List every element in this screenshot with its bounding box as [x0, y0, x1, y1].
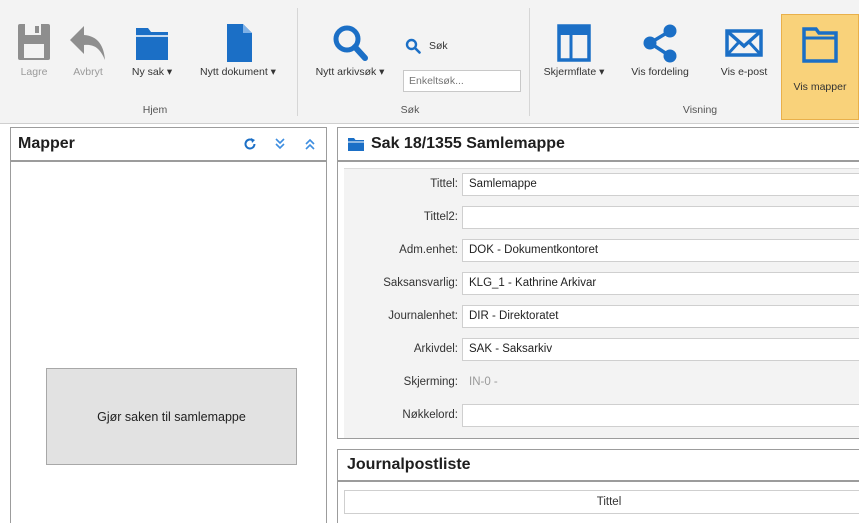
mapper-panel-title: Mapper: [18, 135, 75, 152]
field-label: Tittel2:: [423, 211, 458, 223]
hjem-group-label: Hjem: [142, 104, 168, 116]
field-row-journalenhet: Journalenhet: DIR - Direktoratet: [344, 301, 859, 332]
field-row-arkivdel: Arkivdel: SAK - Saksarkiv: [344, 334, 859, 365]
mapper-panel-header: Mapper: [11, 128, 326, 162]
share-icon: [643, 24, 677, 63]
field-label: Tittel:: [430, 178, 458, 190]
journalpostliste-title: Journalpostliste: [347, 456, 471, 473]
saksansvarlig-field[interactable]: KLG_1 - Kathrine Arkivar: [462, 272, 859, 295]
group-separator: [297, 8, 298, 116]
search-small-icon: [405, 38, 421, 54]
vis-epost-label: Vis e-post: [720, 66, 768, 78]
skjermflate-button[interactable]: Skjermflate ▾: [533, 22, 615, 78]
adm-enhet-field[interactable]: DOK - Dokumentkontoret: [462, 239, 859, 262]
field-row-adm-enhet: Adm.enhet: DOK - Dokumentkontoret: [344, 235, 859, 266]
collapse-all-icon[interactable]: [302, 136, 318, 152]
folder-icon: [348, 138, 364, 151]
sak-panel: Sak 18/1355 Samlemappe Tittel: Samlemapp…: [337, 127, 859, 439]
field-row-nokkelord: Nøkkelord:: [344, 400, 859, 431]
field-row-tittel2: Tittel2:: [344, 202, 859, 233]
skjerming-field[interactable]: IN-0 -: [462, 371, 859, 394]
journalpostliste-panel: Journalpostliste Tittel: [337, 449, 859, 523]
arkivdel-field[interactable]: SAK - Saksarkiv: [462, 338, 859, 361]
lagre-button[interactable]: Lagre: [14, 22, 54, 78]
ny-sak-label: Ny sak ▾: [131, 66, 173, 78]
mapper-panel-toolbar: [242, 136, 318, 152]
tittel2-field[interactable]: [462, 206, 859, 229]
field-label: Skjerming:: [403, 376, 458, 388]
field-label: Journalenhet:: [388, 310, 458, 322]
skjermflate-label: Skjermflate ▾: [543, 66, 605, 78]
vis-fordeling-label: Vis fordeling: [631, 66, 689, 78]
journalenhet-field[interactable]: DIR - Direktoratet: [462, 305, 859, 328]
sok-quick-label: Søk: [429, 40, 448, 52]
avbryt-label: Avbryt: [73, 66, 103, 78]
mapper-panel: Mapper Gjør saken til samlemappe: [10, 127, 327, 523]
gjor-saken-til-samlemappe-button[interactable]: Gjør saken til samlemappe: [46, 368, 297, 465]
search-icon: [333, 25, 368, 61]
sak-panel-header: Sak 18/1355 Samlemappe: [338, 128, 859, 162]
vis-mapper-label: Vis mapper: [793, 81, 847, 93]
sak-form: Tittel: Samlemappe Tittel2: Adm.enhet: D…: [344, 168, 859, 438]
tittel-field[interactable]: Samlemappe: [462, 173, 859, 196]
sok-group-label: Søk: [400, 104, 420, 116]
expand-all-icon[interactable]: [272, 136, 288, 152]
nytt-dokument-button[interactable]: Nytt dokument ▾: [187, 22, 289, 78]
field-row-tittel: Tittel: Samlemappe: [344, 169, 859, 200]
field-label: Arkivdel:: [413, 343, 458, 355]
field-label: Adm.enhet:: [399, 244, 458, 256]
email-icon: [725, 29, 763, 57]
vis-fordeling-button[interactable]: Vis fordeling: [621, 22, 699, 78]
vis-mapper-button[interactable]: Vis mapper: [781, 14, 859, 120]
ny-sak-button[interactable]: Ny sak ▾: [121, 22, 183, 78]
folder-icon: [136, 28, 168, 60]
folder-outline-icon: [802, 27, 838, 63]
nytt-arkivsok-label: Nytt arkivsøk ▾: [315, 66, 385, 78]
document-icon: [227, 24, 252, 62]
nytt-dokument-label: Nytt dokument ▾: [200, 66, 276, 78]
field-label: Saksansvarlig:: [383, 277, 458, 289]
column-header-tittel[interactable]: Tittel: [344, 490, 859, 514]
refresh-icon[interactable]: [242, 136, 258, 152]
avbryt-button[interactable]: Avbryt: [62, 22, 114, 78]
nokkelord-field[interactable]: [462, 404, 859, 427]
vis-epost-button[interactable]: Vis e-post: [709, 22, 779, 78]
undo-icon: [70, 26, 105, 60]
ribbon: Lagre Avbryt Ny sak ▾ Nytt dokument ▾ Hj…: [0, 0, 859, 124]
journalpostliste-header: Journalpostliste: [338, 450, 859, 482]
enkeltsok-input[interactable]: [403, 70, 521, 92]
lagre-label: Lagre: [20, 66, 48, 78]
visning-group-label: Visning: [682, 104, 718, 116]
vis-mapper-icon-wrap: [800, 23, 840, 70]
layout-icon: [557, 24, 591, 62]
group-separator: [529, 8, 530, 116]
field-row-skjerming: Skjerming: IN-0 -: [344, 367, 859, 398]
save-icon: [18, 24, 50, 60]
field-row-saksansvarlig: Saksansvarlig: KLG_1 - Kathrine Arkivar: [344, 268, 859, 299]
nytt-arkivsok-button[interactable]: Nytt arkivsøk ▾: [301, 22, 399, 78]
sok-quick-button[interactable]: Søk: [405, 38, 448, 54]
field-label: Nøkkelord:: [402, 409, 458, 421]
sak-panel-title: Sak 18/1355 Samlemappe: [371, 135, 565, 152]
